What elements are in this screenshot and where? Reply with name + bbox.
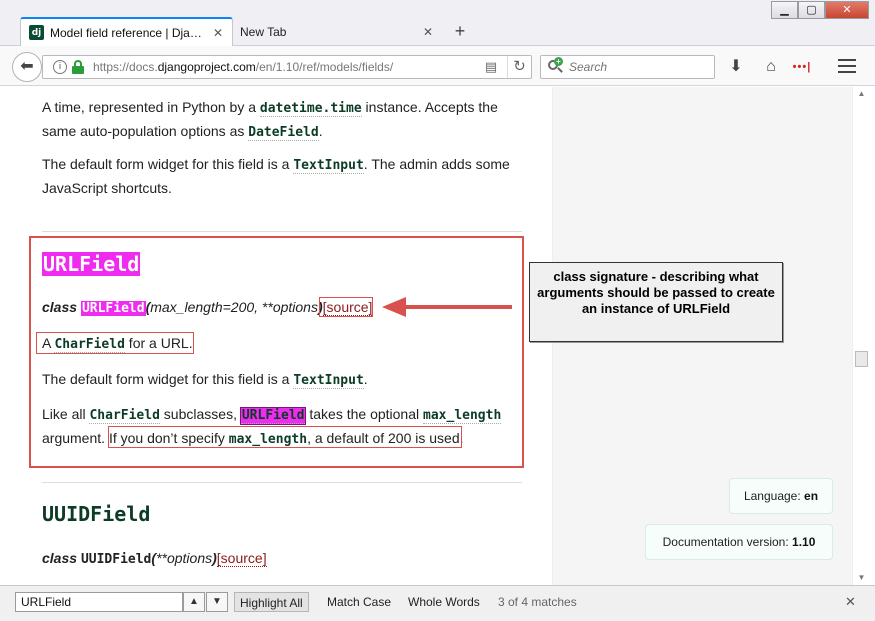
inline-code[interactable]: datetime.time [259,101,362,117]
page-scrollbar[interactable]: ▲ ▼ [852,87,869,585]
inline-code[interactable]: DateField [248,125,319,141]
section-divider [42,231,522,232]
tab-title: Model field reference | Dja… [50,25,202,40]
find-input[interactable]: URLField [15,592,183,612]
uuidfield-signature: class UUIDField(**options)[source] [42,550,267,567]
find-previous-button[interactable]: ▲ [183,592,205,612]
search-icon: + [547,57,563,75]
back-arrow-icon: ⬅ [20,58,34,75]
description-annotation-box [36,332,194,354]
info-icon[interactable]: i [53,60,67,74]
match-case-toggle[interactable]: Match Case [322,592,396,612]
back-button[interactable]: ⬅ [12,52,42,82]
find-next-button[interactable]: ▼ [206,592,228,612]
new-tab-button[interactable]: + [449,20,471,42]
url-text[interactable]: https://docs.djangoproject.com/en/1.10/r… [93,60,481,74]
download-icon[interactable]: ⬇ [725,58,747,76]
tab-title: New Tab [240,24,287,39]
source-link[interactable]: [source] [216,550,267,567]
search-input[interactable] [569,60,709,74]
tab-strip: dj Model field reference | Dja… ✕ New Ta… [0,0,875,46]
url-bar[interactable]: i https://docs.djangoproject.com/en/1.10… [42,55,532,79]
annotation-callout: class signature - describing what argume… [529,262,783,342]
tab-model-field-reference[interactable]: dj Model field reference | Dja… ✕ [20,17,233,46]
annotation-arrow-icon [382,297,512,317]
home-icon[interactable]: ⌂ [760,58,782,76]
close-window-button[interactable]: ✕ [825,1,869,19]
find-bar: URLField ▲ ▼ Highlight All Match Case Wh… [0,585,875,621]
uuidfield-heading: UUIDField [42,502,151,526]
source-annotation-box [319,297,373,317]
window-controls: ▁ ▢ ✕ [771,1,869,19]
lock-icon[interactable] [72,60,84,74]
default-annotation-box [108,426,462,448]
whole-words-toggle[interactable]: Whole Words [403,592,485,612]
django-favicon-icon: dj [29,25,44,40]
version-switcher[interactable]: Documentation version: 1.10 [645,524,833,560]
section-divider [42,482,522,483]
scroll-down-icon[interactable]: ▼ [853,571,870,585]
find-match-count: 3 of 4 matches [498,595,577,609]
timefield-description: A time, represented in Python by a datet… [42,99,498,141]
tab-close-icon[interactable]: ✕ [210,26,226,40]
hamburger-menu-icon[interactable] [838,59,856,73]
page-content: A time, represented in Python by a datet… [0,87,852,585]
scrollbar-thumb[interactable] [855,351,868,367]
highlight-all-toggle[interactable]: Highlight All [234,592,309,612]
navigation-toolbar: i https://docs.djangoproject.com/en/1.10… [0,46,875,86]
timefield-widget-text: The default form widget for this field i… [42,156,510,196]
scroll-up-icon[interactable]: ▲ [853,87,870,101]
tab-new-tab[interactable]: New Tab ✕ [234,17,442,46]
minimize-button[interactable]: ▁ [771,1,798,19]
tab-close-icon[interactable]: ✕ [420,25,436,39]
inline-code[interactable]: TextInput [293,158,364,174]
lastpass-icon[interactable]: •••| [791,58,813,76]
reload-icon[interactable]: ↻ [507,56,531,78]
find-close-icon[interactable]: ✕ [845,592,856,612]
search-bar[interactable]: + [540,55,715,79]
maximize-button[interactable]: ▢ [798,1,825,19]
language-switcher[interactable]: Language: en [729,478,833,514]
reader-view-icon[interactable]: ▤ [481,59,501,75]
